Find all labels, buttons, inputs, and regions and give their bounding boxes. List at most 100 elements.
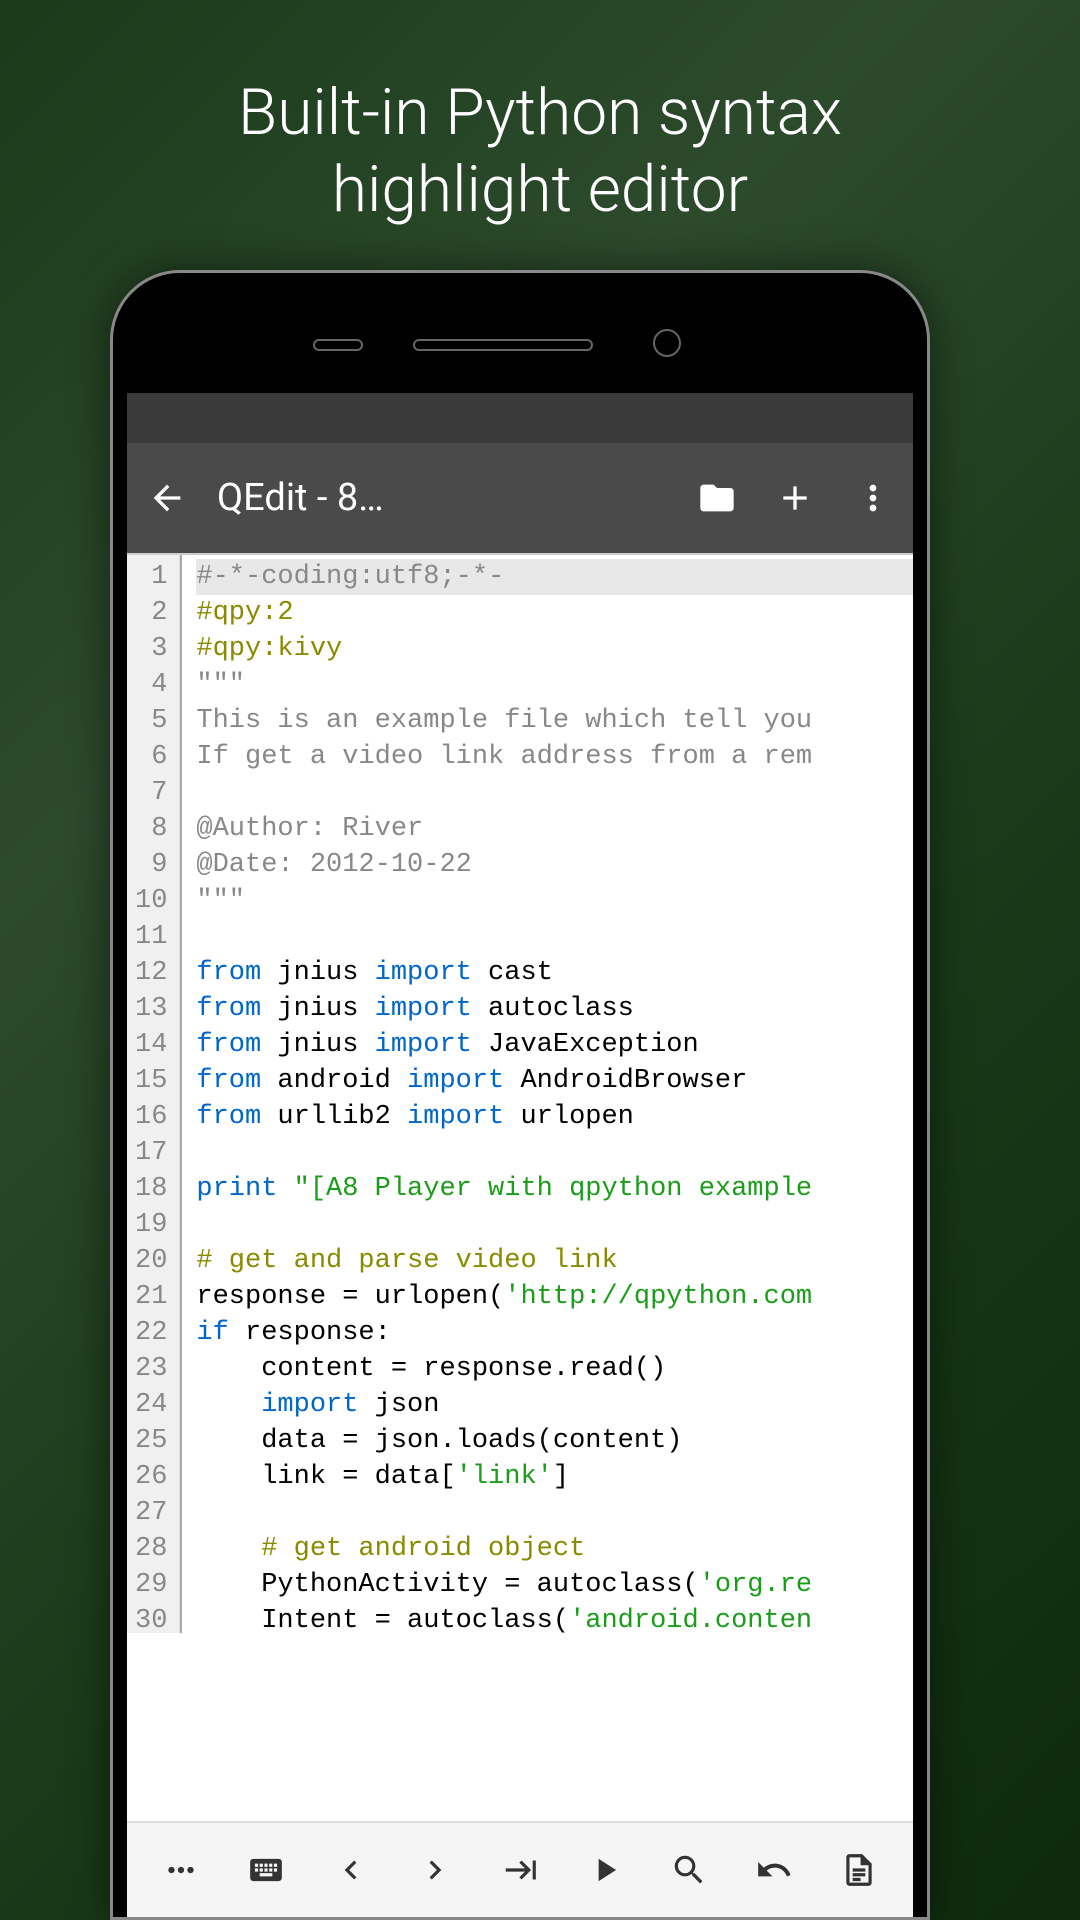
line-number: 6 — [135, 739, 167, 775]
code-line[interactable]: print "[A8 Player with qpython example — [196, 1171, 913, 1207]
tab-button[interactable] — [492, 1842, 548, 1898]
code-line[interactable]: # get android object — [196, 1531, 913, 1567]
line-number: 18 — [135, 1171, 167, 1207]
code-line[interactable] — [196, 1135, 913, 1171]
line-number: 3 — [135, 631, 167, 667]
code-line[interactable]: #qpy:2 — [196, 595, 913, 631]
promo-line-1: Built-in Python syntax — [0, 75, 1080, 152]
code-line[interactable]: Intent = autoclass('android.conten — [196, 1603, 913, 1633]
code-line[interactable] — [196, 1495, 913, 1531]
code-line[interactable]: This is an example file which tell you — [196, 703, 913, 739]
code-line[interactable]: from jnius import JavaException — [196, 1027, 913, 1063]
line-number: 27 — [135, 1495, 167, 1531]
code-line[interactable] — [196, 775, 913, 811]
line-number: 12 — [135, 955, 167, 991]
line-number: 29 — [135, 1567, 167, 1603]
line-number: 14 — [135, 1027, 167, 1063]
code-line[interactable]: response = urlopen('http://qpython.com — [196, 1279, 913, 1315]
line-number: 24 — [135, 1387, 167, 1423]
line-number: 5 — [135, 703, 167, 739]
code-line[interactable]: from jnius import autoclass — [196, 991, 913, 1027]
plus-icon — [775, 478, 815, 518]
more-vert-icon — [853, 478, 893, 518]
code-line[interactable]: data = json.loads(content) — [196, 1423, 913, 1459]
line-number: 26 — [135, 1459, 167, 1495]
code-editor[interactable]: 1234567891011121314151617181920212223242… — [127, 553, 913, 1633]
code-line[interactable]: content = response.read() — [196, 1351, 913, 1387]
code-line[interactable]: If get a video link address from a rem — [196, 739, 913, 775]
prev-button[interactable] — [323, 1842, 379, 1898]
line-number: 28 — [135, 1531, 167, 1567]
code-area[interactable]: #-*-coding:utf8;-*-#qpy:2#qpy:kivy"""Thi… — [180, 555, 913, 1633]
undo-icon — [755, 1851, 793, 1889]
bottom-toolbar — [127, 1821, 913, 1917]
folder-icon — [697, 478, 737, 518]
code-line[interactable]: from jnius import cast — [196, 955, 913, 991]
code-line[interactable] — [196, 1207, 913, 1243]
search-icon — [670, 1851, 708, 1889]
back-arrow-icon — [147, 478, 187, 518]
code-line[interactable]: @Date: 2012-10-22 — [196, 847, 913, 883]
code-line[interactable]: link = data['link'] — [196, 1459, 913, 1495]
phone-camera-icon — [653, 329, 681, 357]
line-number: 2 — [135, 595, 167, 631]
line-number: 17 — [135, 1135, 167, 1171]
phone-top — [113, 273, 927, 383]
line-number: 19 — [135, 1207, 167, 1243]
code-line[interactable]: # get and parse video link — [196, 1243, 913, 1279]
document-button[interactable] — [831, 1842, 887, 1898]
phone-frame: QEdit - 8… 12345678910111213141516171819… — [110, 270, 930, 1920]
play-icon — [586, 1851, 624, 1889]
phone-screen: QEdit - 8… 12345678910111213141516171819… — [127, 393, 913, 1917]
more-button[interactable] — [853, 478, 893, 518]
line-number: 8 — [135, 811, 167, 847]
undo-button[interactable] — [746, 1842, 802, 1898]
chevron-left-icon — [332, 1851, 370, 1889]
code-line[interactable]: @Author: River — [196, 811, 913, 847]
document-icon — [840, 1851, 878, 1889]
code-line[interactable]: if response: — [196, 1315, 913, 1351]
next-button[interactable] — [407, 1842, 463, 1898]
line-number: 20 — [135, 1243, 167, 1279]
code-line[interactable]: #-*-coding:utf8;-*- — [196, 559, 913, 595]
chevron-right-icon — [416, 1851, 454, 1889]
line-number: 25 — [135, 1423, 167, 1459]
code-line[interactable]: from android import AndroidBrowser — [196, 1063, 913, 1099]
add-button[interactable] — [775, 478, 815, 518]
line-number: 1 — [135, 559, 167, 595]
dots-icon — [162, 1851, 200, 1889]
code-line[interactable]: PythonActivity = autoclass('org.re — [196, 1567, 913, 1603]
code-line[interactable]: """ — [196, 667, 913, 703]
line-number: 23 — [135, 1351, 167, 1387]
promo-title: Built-in Python syntax highlight editor — [0, 0, 1080, 229]
code-line[interactable]: """ — [196, 883, 913, 919]
line-number: 21 — [135, 1279, 167, 1315]
code-line[interactable]: #qpy:kivy — [196, 631, 913, 667]
promo-line-2: highlight editor — [0, 152, 1080, 229]
app-bar: QEdit - 8… — [127, 443, 913, 553]
phone-speaker-icon — [413, 339, 593, 351]
status-bar — [127, 393, 913, 443]
line-gutter: 1234567891011121314151617181920212223242… — [127, 555, 180, 1633]
folder-button[interactable] — [697, 478, 737, 518]
line-number: 4 — [135, 667, 167, 703]
play-button[interactable] — [577, 1842, 633, 1898]
keyboard-button[interactable] — [238, 1842, 294, 1898]
line-number: 11 — [135, 919, 167, 955]
app-title: QEdit - 8… — [217, 476, 467, 520]
tab-arrow-icon — [501, 1851, 539, 1889]
keyboard-icon — [247, 1851, 285, 1889]
line-number: 15 — [135, 1063, 167, 1099]
code-line[interactable] — [196, 919, 913, 955]
line-number: 22 — [135, 1315, 167, 1351]
menu-button[interactable] — [153, 1842, 209, 1898]
line-number: 10 — [135, 883, 167, 919]
line-number: 16 — [135, 1099, 167, 1135]
line-number: 30 — [135, 1603, 167, 1633]
search-button[interactable] — [661, 1842, 717, 1898]
code-line[interactable]: from urllib2 import urlopen — [196, 1099, 913, 1135]
back-button[interactable] — [147, 478, 187, 518]
code-line[interactable]: import json — [196, 1387, 913, 1423]
line-number: 9 — [135, 847, 167, 883]
phone-sensor-icon — [313, 339, 363, 351]
